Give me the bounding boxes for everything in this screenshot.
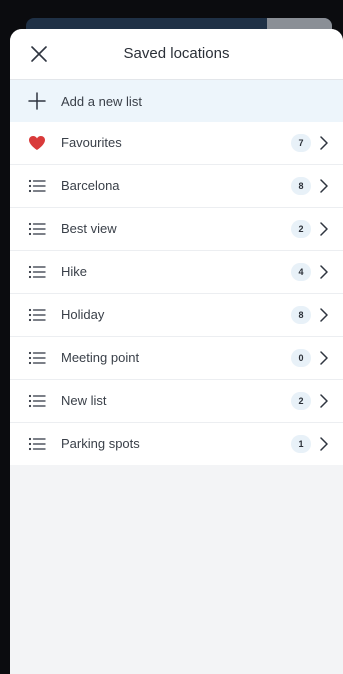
saved-locations-sheet: Saved locations Add a new list Favourite… <box>10 29 343 674</box>
list-item-label: Meeting point <box>61 350 140 365</box>
count-badge: 1 <box>291 435 311 453</box>
list-item-holiday[interactable]: Holiday 8 <box>10 294 343 337</box>
list-item-new-list[interactable]: New list 2 <box>10 380 343 423</box>
add-new-list-label: Add a new list <box>61 93 142 109</box>
list-item-barcelona[interactable]: Barcelona 8 <box>10 165 343 208</box>
plus-icon <box>28 92 46 110</box>
chevron-right-icon <box>320 179 328 193</box>
add-new-list-button[interactable]: Add a new list <box>10 80 343 122</box>
list-item-label: Hike <box>61 264 88 279</box>
count-badge: 8 <box>291 177 311 195</box>
chevron-right-icon <box>320 136 328 150</box>
chevron-right-icon <box>320 308 328 322</box>
count-badge: 0 <box>291 349 311 367</box>
list-icon <box>28 394 46 408</box>
list-icon <box>28 437 46 451</box>
list-item-label: Favourites <box>61 135 122 150</box>
count-badge: 2 <box>291 392 311 410</box>
page-title: Saved locations <box>123 45 230 62</box>
list-item-label: Holiday <box>61 307 105 322</box>
list-icon <box>28 351 46 365</box>
list-item-hike[interactable]: Hike 4 <box>10 251 343 294</box>
chevron-right-icon <box>320 351 328 365</box>
count-badge: 2 <box>291 220 311 238</box>
count-badge: 8 <box>291 306 311 324</box>
count-badge: 4 <box>291 263 311 281</box>
sheet-header: Saved locations <box>10 29 343 80</box>
list-icon <box>28 265 46 279</box>
heart-icon <box>29 136 45 150</box>
saved-lists: Favourites 7 Barcelona 8 Best view 2 Hike 4 Holi… <box>10 122 343 465</box>
list-icon <box>28 179 46 193</box>
list-icon <box>28 222 46 236</box>
chevron-right-icon <box>320 394 328 408</box>
list-item-best-view[interactable]: Best view 2 <box>10 208 343 251</box>
list-item-meeting-point[interactable]: Meeting point 0 <box>10 337 343 380</box>
list-item-label: Barcelona <box>61 178 120 193</box>
list-item-label: Best view <box>61 221 117 236</box>
list-icon <box>28 308 46 322</box>
chevron-right-icon <box>320 437 328 451</box>
list-item-label: New list <box>61 393 107 408</box>
list-item-label: Parking spots <box>61 436 140 451</box>
list-item-parking-spots[interactable]: Parking spots 1 <box>10 423 343 465</box>
chevron-right-icon <box>320 222 328 236</box>
count-badge: 7 <box>291 134 311 152</box>
list-item-favourites[interactable]: Favourites 7 <box>10 122 343 165</box>
chevron-right-icon <box>320 265 328 279</box>
